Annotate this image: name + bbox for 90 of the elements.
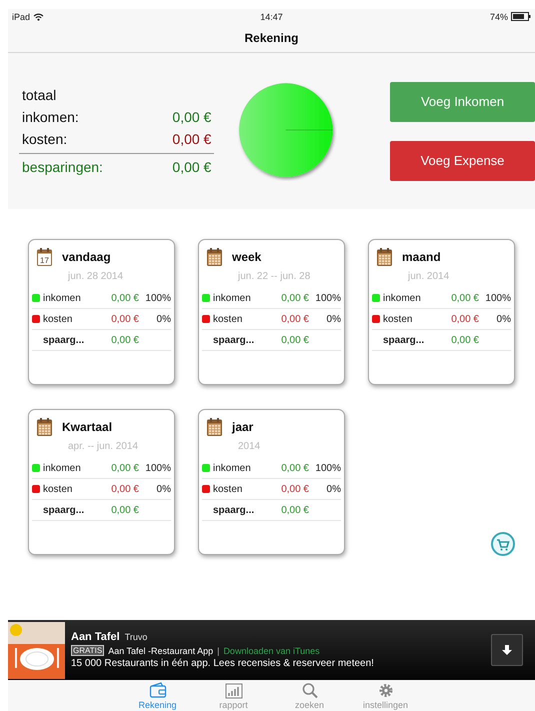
battery-icon [511, 12, 531, 21]
row-amount: 0,00 € [280, 292, 309, 304]
row-percent: 100% [314, 462, 341, 474]
ad-app-name: Aan Tafel -Restaurant App [108, 646, 214, 656]
separator: | [217, 646, 220, 656]
clock-time: 14:47 [260, 12, 283, 22]
cart-icon[interactable] [491, 532, 515, 556]
battery-percent: 74% [490, 12, 508, 22]
card-date-range: jun. 28 2014 [66, 270, 124, 284]
calendar-icon [377, 248, 392, 266]
row-percent: 100% [144, 462, 171, 474]
row-amount: 0,00 € [450, 314, 479, 324]
card-title: maand [402, 250, 441, 264]
period-card[interactable]: maand jun. 2014 inkomen 0,00 € 100% kosten 0,00 € 0% spaarg... 0,00 € [368, 239, 515, 385]
period-card[interactable]: 17 vandaag jun. 28 2014 inkomen 0,00 € 100% kosten 0,00 € 0% spaarg... 0,00 € [28, 239, 175, 385]
row-amount: 0,00 € [110, 484, 139, 494]
calendar-icon [37, 418, 52, 436]
row-label: kosten [43, 314, 74, 324]
row-label: inkomen [213, 462, 252, 474]
device-name: iPad [12, 12, 30, 22]
download-button[interactable] [491, 634, 523, 666]
free-badge: GRATIS [71, 645, 104, 656]
ad-title: Aan Tafel [71, 631, 120, 643]
row-label: kosten [213, 484, 244, 494]
row-label: kosten [213, 314, 244, 324]
row-amount: 0,00 € [280, 314, 309, 324]
row-label: inkomen [383, 292, 422, 304]
summary-label: besparingen: [22, 158, 103, 177]
row-label: spaarg... [213, 504, 256, 516]
period-card[interactable]: jaar 2014 inkomen 0,00 € 100% kosten 0,00 € 0% spaarg... 0,00 € [198, 409, 345, 555]
summary-amount: 0,00 € [172, 130, 212, 148]
card-title: jaar [232, 420, 254, 434]
card-date-range: jun. 22 -- jun. 28 [236, 270, 312, 284]
wallet-icon [148, 682, 166, 699]
summary-amount: 0,00 € [172, 158, 212, 176]
card-title: week [232, 250, 262, 264]
total-heading: totaal [21, 86, 58, 104]
row-label: inkomen [43, 462, 82, 474]
ad-description: 15 000 Restaurants in één app. Lees recensies & reserveer meteen! [71, 658, 375, 669]
row-amount: 0,00 € [110, 504, 139, 516]
card-title: Kwartaal [62, 420, 112, 434]
row-amount: 0,00 € [110, 462, 139, 474]
down-arrow-icon [501, 644, 513, 656]
row-percent: 0% [496, 314, 511, 324]
row-percent: 0% [156, 314, 171, 324]
row-percent: 0% [326, 484, 341, 494]
row-amount: 0,00 € [450, 292, 479, 304]
calendar-icon [207, 418, 222, 436]
add-income-button[interactable]: Voeg Inkomen [390, 82, 535, 122]
search-icon [300, 682, 318, 699]
download-link[interactable]: Downloaden van iTunes [223, 646, 320, 656]
row-label: spaarg... [213, 334, 256, 346]
row-percent: 100% [484, 292, 511, 304]
card-date-range: jun. 2014 [406, 270, 450, 284]
row-label: inkomen [213, 292, 252, 304]
row-amount: 0,00 € [280, 334, 309, 346]
row-percent: 0% [156, 484, 171, 494]
card-date-range: 2014 [237, 440, 262, 454]
card-date-range: apr. -- jun. 2014 [67, 440, 140, 454]
row-percent: 100% [314, 292, 341, 304]
row-percent: 0% [326, 314, 341, 324]
summary-amount: 0,00 € [172, 108, 212, 126]
calendar-icon: 17 [37, 248, 52, 266]
row-amount: 0,00 € [450, 334, 479, 346]
row-label: kosten [383, 314, 414, 324]
tab-item[interactable]: Rekening [120, 680, 196, 711]
row-amount: 0,00 € [110, 292, 139, 304]
summary-label: kosten: [22, 130, 68, 148]
add-expense-button[interactable]: Voeg Expense [390, 140, 535, 180]
row-label: spaarg... [43, 504, 86, 516]
row-label: spaarg... [383, 334, 426, 346]
row-amount: 0,00 € [110, 334, 139, 346]
row-amount: 0,00 € [110, 314, 139, 324]
bar-chart-icon [224, 682, 242, 699]
summary-label: inkomen: [22, 108, 79, 126]
ad-banner[interactable]: Aan Tafel Truvo GRATIS Aan Tafel -Restaurant App | Downloaden van iTunes 15 000 Restaurants in één app. Lees recensies & reserveer meteen! [8, 620, 535, 680]
row-label: inkomen [43, 292, 82, 304]
card-title: vandaag [62, 250, 111, 264]
period-card[interactable]: week jun. 22 -- jun. 28 inkomen 0,00 € 100% kosten 0,00 € 0% spaarg... 0,00 € [198, 239, 345, 385]
row-label: spaarg... [43, 334, 86, 346]
row-amount: 0,00 € [280, 462, 309, 474]
ad-developer: Truvo [124, 632, 148, 642]
row-percent: 100% [144, 292, 171, 304]
calendar-icon [207, 248, 222, 266]
wifi-icon [33, 12, 44, 20]
row-label: kosten [43, 484, 74, 494]
screen-title: Rekening [244, 31, 298, 45]
period-card[interactable]: Kwartaal apr. -- jun. 2014 inkomen 0,00 € 100% kosten 0,00 € 0% spaarg... 0,00 € [28, 409, 175, 555]
row-amount: 0,00 € [280, 484, 309, 494]
row-amount: 0,00 € [280, 504, 309, 516]
